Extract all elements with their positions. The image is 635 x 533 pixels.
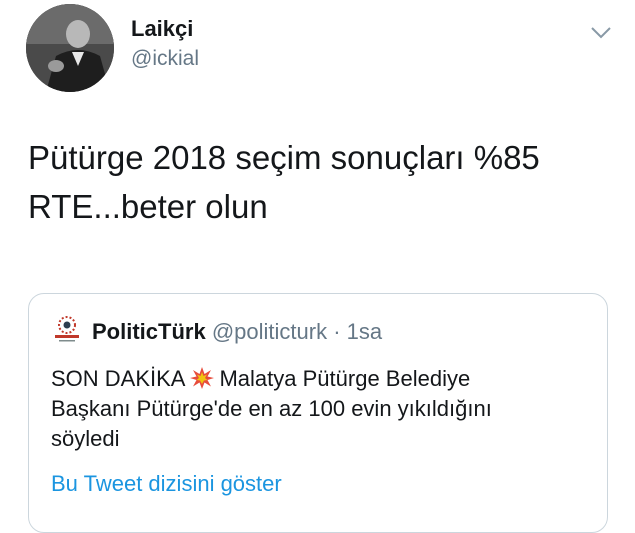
author-handle[interactable]: @ickial — [131, 47, 199, 71]
tweet-text-line: RTE...beter olun — [28, 188, 268, 225]
breaking-label: SON DAKİKA — [51, 366, 186, 391]
tweet-text: Pütürge 2018 seçim sonuçları %85 RTE...b… — [28, 133, 618, 231]
quoted-tweet[interactable]: PoliticTürk @politicturk · 1sa SON DAKİK… — [28, 293, 608, 533]
tweet-card: Laikçi @ickial Pütürge 2018 seçim sonuçl… — [0, 0, 635, 533]
chevron-down-icon[interactable] — [590, 26, 612, 40]
quoted-text-line: Başkanı Pütürge'de en az 100 evin yıkıld… — [51, 396, 492, 421]
quoted-text-line: SON DAKİKA Malatya Pütürge Belediye — [51, 364, 591, 394]
quoted-tweet-header: PoliticTürk @politicturk · 1sa — [92, 319, 382, 345]
quoted-text-line: söyledi — [51, 426, 120, 451]
quoted-handle[interactable]: @politicturk — [212, 319, 327, 344]
avatar-photo — [26, 4, 114, 92]
quoted-separator: · — [333, 319, 341, 344]
quoted-tweet-text: SON DAKİKA Malatya Pütürge Belediye Başk… — [51, 364, 591, 454]
quoted-display-name[interactable]: PoliticTürk — [92, 319, 206, 344]
tweet-text-line: Pütürge 2018 seçim sonuçları %85 — [28, 139, 540, 176]
avatar[interactable] — [26, 4, 114, 92]
quoted-text-line1-rest: Malatya Pütürge Belediye — [219, 366, 471, 391]
show-thread-link[interactable]: Bu Tweet dizisini göster — [51, 471, 282, 497]
politicturk-logo-icon — [55, 316, 79, 342]
author-display-name[interactable]: Laikçi — [131, 16, 193, 42]
quoted-timestamp[interactable]: 1sa — [347, 319, 382, 344]
collision-icon — [190, 367, 215, 389]
